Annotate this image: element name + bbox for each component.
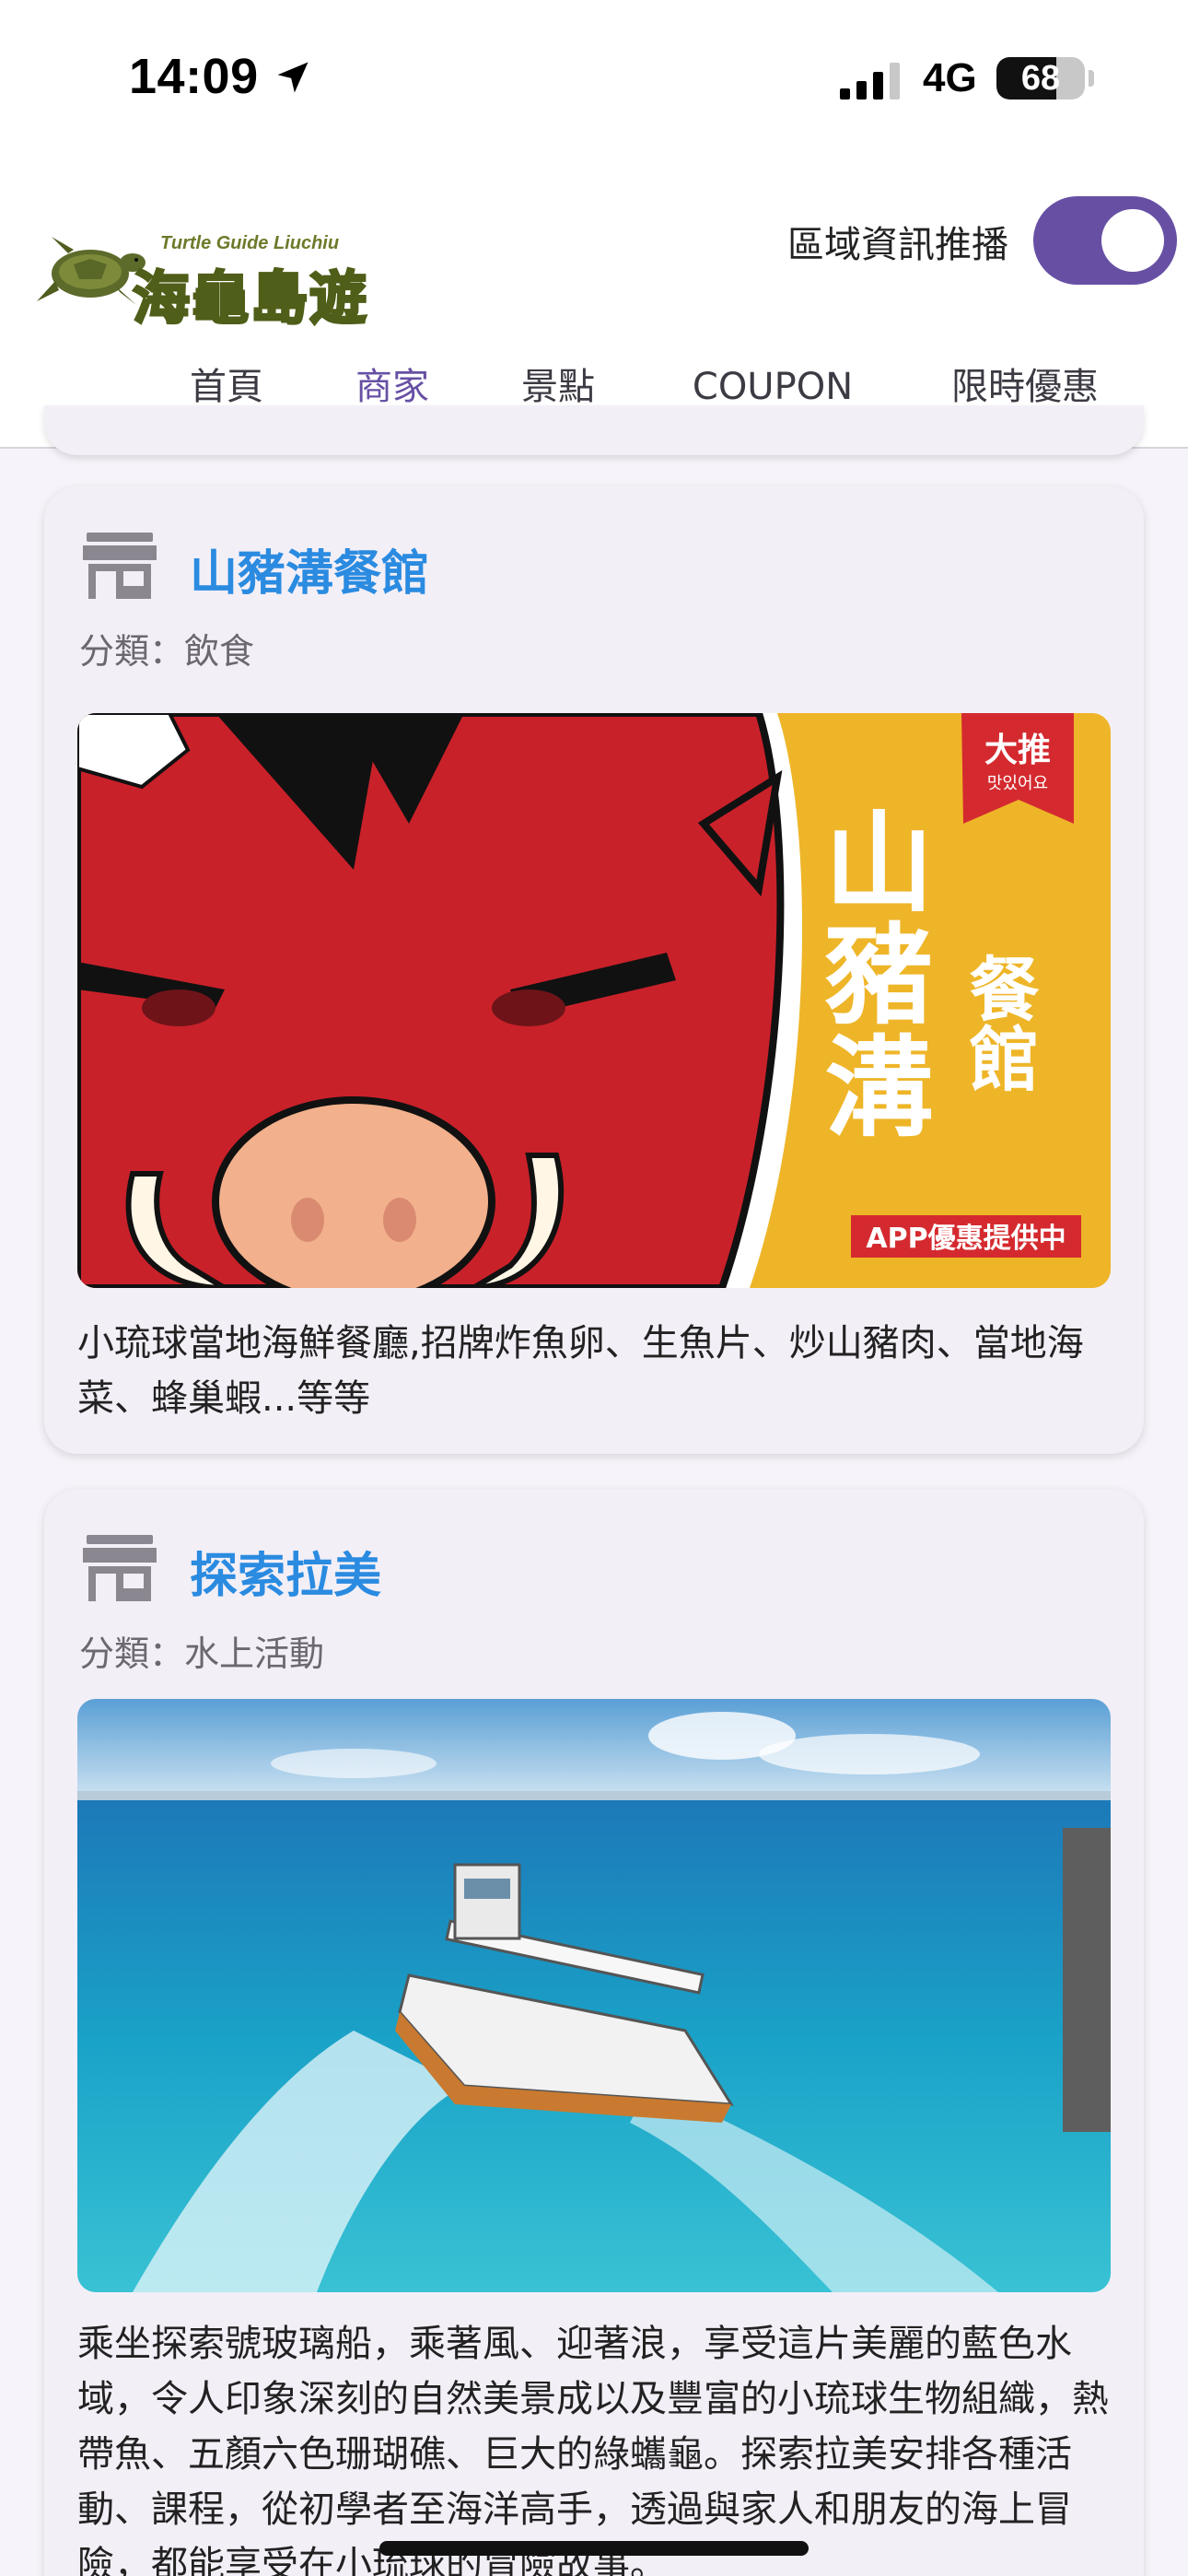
merchant-description: 乘坐探索號玻璃船，乘著風、迎著浪，享受這片美麗的藍色水域，令人印象深刻的自然美景… [77,2323,1109,2576]
logo-title: 海龜島遊 [131,263,369,334]
previous-merchant-card[interactable] [44,405,1144,455]
cellular-signal-icon [840,63,900,100]
merchant-category: 分類：水上活動 [79,1633,325,1674]
network-type-label: 4G [923,55,977,100]
store-icon [83,1535,157,1601]
merchant-category: 分類：飲食 [79,631,255,672]
glass-boat-photo [77,1699,1111,2292]
app-logo[interactable]: Turtle Guide Liuchiu 海龜島遊 [37,189,368,334]
push-toggle-label: 區域資訊推播 [787,224,1008,266]
home-indicator[interactable] [379,2541,809,2556]
merchant-card[interactable]: 探索拉美 分類：水上活動 乘坐探索號玻璃船，乘著風、迎著浪，享受這片美麗的藍色水… [44,1489,1144,2576]
battery-icon: 68 [996,57,1085,100]
ribbon-sub-text: 맛있어요 [987,774,1048,793]
merchant-image[interactable]: 大推 맛있어요 山豬溝 餐館 APP優惠提供中 [77,713,1111,1288]
sign-side-text: 餐館 [958,953,1040,1093]
sea-turtle-icon [37,237,146,305]
merchant-card[interactable]: 山豬溝餐館 分類：飲食 大推 맛있어요 山豬溝 餐館 APP優惠提供中 小琉球當… [44,486,1144,1454]
location-arrow-icon [277,62,309,93]
ribbon-main-text: 大推 [984,732,1051,769]
merchant-name[interactable]: 探索拉美 [190,1537,381,1606]
merchant-description: 小琉球當地海鮮餐廳,招牌炸魚卵、生魚片、炒山豬肉、當地海菜、蜂巢蝦...等等 [77,1322,1084,1420]
battery-percentage: 68 [1020,59,1061,98]
app-offer-badge: APP優惠提供中 [866,1223,1066,1255]
merchant-image[interactable] [77,1699,1111,2292]
battery-nub [1089,70,1094,87]
toggle-knob [1101,209,1164,272]
status-bar: 14:09 4G 68 [0,0,1188,161]
boar-restaurant-banner: 大推 맛있어요 山豬溝 餐館 APP優惠提供中 [77,713,1111,1288]
sign-big-text: 山豬溝 [806,805,933,1142]
push-notification-toggle[interactable] [1033,196,1177,285]
status-time: 14:09 [129,49,259,104]
store-icon [83,533,157,599]
merchant-name[interactable]: 山豬溝餐館 [190,534,429,603]
